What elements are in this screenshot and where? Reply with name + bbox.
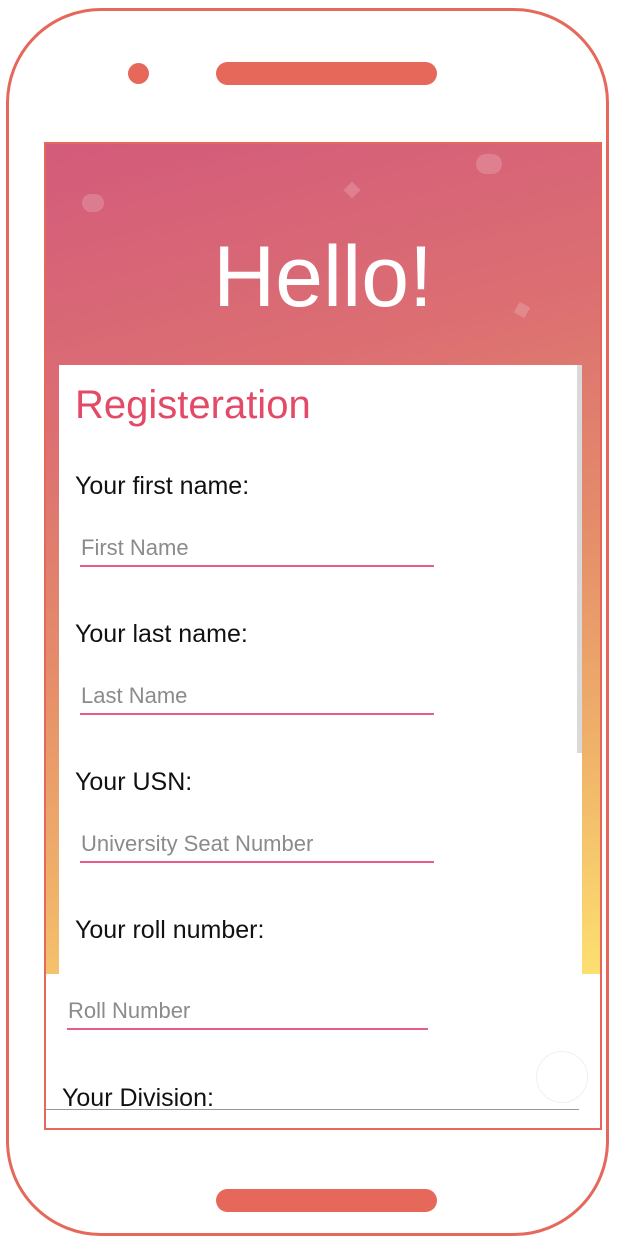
roll-number-input[interactable]	[67, 994, 428, 1030]
floating-action-button[interactable]	[536, 1051, 588, 1103]
form-title: Registeration	[75, 383, 311, 427]
scrollbar[interactable]	[577, 365, 582, 753]
last-name-input[interactable]	[80, 679, 434, 715]
decorative-heart	[476, 154, 502, 174]
first-name-input[interactable]	[80, 531, 434, 567]
app-screen: Hello! Registeration Your first name: Yo…	[44, 142, 602, 1130]
decorative-triangle	[343, 181, 361, 199]
form-lower-section: Your Division:	[46, 976, 600, 1112]
usn-input[interactable]	[80, 827, 434, 863]
page-title: Hello!	[213, 229, 433, 325]
first-name-label: Your first name:	[75, 472, 250, 500]
decorative-heart	[82, 194, 104, 212]
camera-icon	[128, 63, 149, 84]
roll-number-label: Your roll number:	[75, 916, 265, 944]
home-button[interactable]	[216, 1189, 437, 1212]
usn-label: Your USN:	[75, 768, 193, 796]
last-name-label: Your last name:	[75, 620, 248, 648]
phone-frame: Hello! Registeration Your first name: Yo…	[6, 8, 609, 1236]
speaker-grille	[216, 62, 437, 85]
bottom-divider	[46, 1109, 579, 1110]
